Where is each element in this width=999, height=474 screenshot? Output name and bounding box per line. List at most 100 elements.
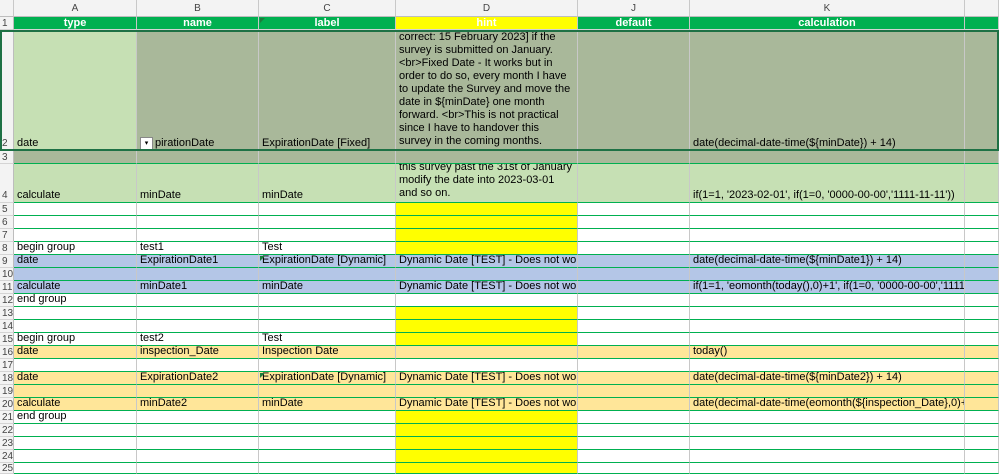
cell-hint[interactable]: Dynamic Date [TEST] - Does not work xyxy=(396,398,578,411)
cell-hint[interactable] xyxy=(396,307,578,320)
cell-label[interactable]: Test xyxy=(259,242,396,255)
cell-name[interactable] xyxy=(137,411,259,424)
cell-name[interactable]: test2 xyxy=(137,333,259,346)
cell-extra[interactable] xyxy=(965,229,999,242)
cell-label[interactable] xyxy=(259,307,396,320)
cell-default[interactable] xyxy=(578,281,690,294)
cell-default[interactable] xyxy=(578,216,690,229)
cell-extra[interactable] xyxy=(965,463,999,474)
cell-default[interactable] xyxy=(578,151,690,164)
cell-name[interactable] xyxy=(137,307,259,320)
cell-default[interactable] xyxy=(578,255,690,268)
cell-hint[interactable] xyxy=(396,411,578,424)
cell-default[interactable] xyxy=(578,424,690,437)
header-hint[interactable]: hint xyxy=(396,17,578,30)
cell-name[interactable]: minDate xyxy=(137,164,259,203)
cell-calculation[interactable]: today() xyxy=(690,346,965,359)
cell-calculation[interactable] xyxy=(690,411,965,424)
column-header-next[interactable] xyxy=(965,0,999,17)
cell-type[interactable]: date xyxy=(14,346,137,359)
cell-calculation[interactable]: date(decimal-date-time(${minDate1}) + 14… xyxy=(690,255,965,268)
cell-hint[interactable] xyxy=(396,229,578,242)
cell-default[interactable] xyxy=(578,398,690,411)
cell-name[interactable] xyxy=(137,203,259,216)
cell-calculation[interactable]: date(decimal-date-time(${minDate}) + 14) xyxy=(690,30,965,151)
cell-type[interactable] xyxy=(14,268,137,281)
cell-default[interactable] xyxy=(578,385,690,398)
cell-label[interactable] xyxy=(259,411,396,424)
cell-type[interactable]: begin group xyxy=(14,242,137,255)
cell-label[interactable] xyxy=(259,450,396,463)
cell-hint[interactable]: Dynamic Date [TEST] - Does not work xyxy=(396,372,578,385)
cell-default[interactable] xyxy=(578,359,690,372)
row-number[interactable]: 24 xyxy=(0,450,14,463)
cell-default[interactable] xyxy=(578,203,690,216)
cell-extra[interactable] xyxy=(965,359,999,372)
cell-name[interactable]: ExpirationDate2 xyxy=(137,372,259,385)
cell-default[interactable] xyxy=(578,30,690,151)
header-type[interactable]: type xyxy=(14,17,137,30)
cell-name[interactable] xyxy=(137,320,259,333)
cell-type[interactable]: date xyxy=(14,372,137,385)
column-header-a[interactable]: A xyxy=(14,0,137,17)
row-number[interactable]: 17 xyxy=(0,359,14,372)
cell-calculation[interactable] xyxy=(690,320,965,333)
select-all-corner[interactable] xyxy=(0,0,14,17)
cell-label[interactable] xyxy=(259,151,396,164)
row-number[interactable]: 19 xyxy=(0,385,14,398)
cell-label[interactable] xyxy=(259,385,396,398)
row-number[interactable]: 16 xyxy=(0,346,14,359)
column-header-d[interactable]: D xyxy=(396,0,578,17)
header-name[interactable]: name xyxy=(137,17,259,30)
filter-dropdown-icon[interactable]: ▾ xyxy=(140,137,153,150)
cell-extra[interactable] xyxy=(965,398,999,411)
row-number[interactable]: 2 xyxy=(0,30,14,151)
cell-hint[interactable] xyxy=(396,203,578,216)
cell-name[interactable] xyxy=(137,450,259,463)
cell-calculation[interactable] xyxy=(690,307,965,320)
cell-name[interactable] xyxy=(137,216,259,229)
cell-extra[interactable] xyxy=(965,255,999,268)
cell-label[interactable] xyxy=(259,216,396,229)
cell-calculation[interactable] xyxy=(690,463,965,474)
cell-calculation[interactable] xyxy=(690,450,965,463)
cell-name[interactable] xyxy=(137,294,259,307)
row-number[interactable]: 9 xyxy=(0,255,14,268)
cell-hint[interactable]: Fixed Date - It works [The result is cor… xyxy=(396,30,578,151)
cell-extra[interactable] xyxy=(965,411,999,424)
row-number[interactable]: 20 xyxy=(0,398,14,411)
cell-extra[interactable] xyxy=(965,30,999,151)
cell-extra[interactable] xyxy=(965,281,999,294)
row-number[interactable]: 8 xyxy=(0,242,14,255)
cell-type[interactable] xyxy=(14,216,137,229)
cell-label[interactable] xyxy=(259,320,396,333)
cell-label[interactable] xyxy=(259,437,396,450)
row-number[interactable]: 13 xyxy=(0,307,14,320)
header-label[interactable]: label xyxy=(259,17,396,30)
row-number[interactable]: 1 xyxy=(0,17,14,30)
row-number[interactable]: 4 xyxy=(0,164,14,203)
cell-type[interactable]: calculate xyxy=(14,281,137,294)
cell-type[interactable] xyxy=(14,424,137,437)
cell-extra[interactable] xyxy=(965,346,999,359)
cell-name[interactable] xyxy=(137,385,259,398)
cell-default[interactable] xyxy=(578,320,690,333)
cell-default[interactable] xyxy=(578,307,690,320)
cell-name[interactable] xyxy=(137,463,259,474)
cell-extra[interactable] xyxy=(965,437,999,450)
header-calculation[interactable]: calculation xyxy=(690,17,965,30)
cell-name[interactable] xyxy=(137,268,259,281)
row-number[interactable]: 22 xyxy=(0,424,14,437)
cell-extra[interactable] xyxy=(965,372,999,385)
column-header-j[interactable]: J xyxy=(578,0,690,17)
cell-hint[interactable] xyxy=(396,151,578,164)
cell-extra[interactable] xyxy=(965,294,999,307)
cell-hint[interactable]: Dynamic Date [TEST] - Does not work xyxy=(396,281,578,294)
cell-type[interactable]: calculate xyxy=(14,398,137,411)
cell-type[interactable] xyxy=(14,229,137,242)
row-number[interactable]: 11 xyxy=(0,281,14,294)
row-number[interactable]: 15 xyxy=(0,333,14,346)
row-number[interactable]: 12 xyxy=(0,294,14,307)
cell-type[interactable] xyxy=(14,385,137,398)
cell-extra[interactable] xyxy=(965,242,999,255)
